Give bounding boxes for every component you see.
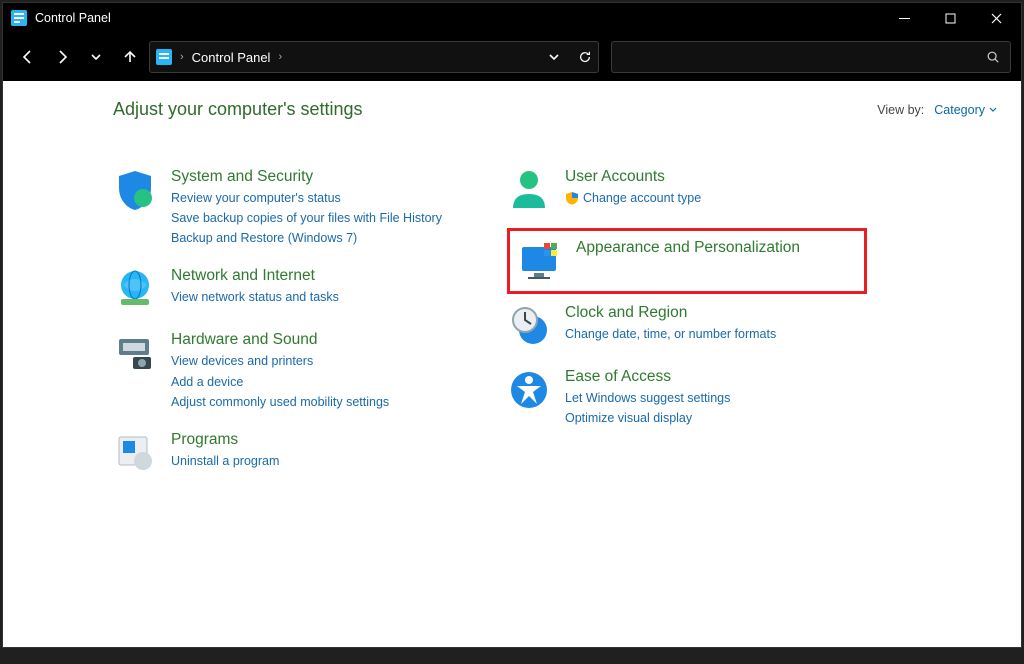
left-column: System and Security Review your computer…	[113, 164, 483, 485]
content-area: Adjust your computer's settings View by:…	[3, 81, 1021, 647]
nav-toolbar: › Control Panel ›	[3, 33, 1021, 81]
category-grid: System and Security Review your computer…	[113, 164, 997, 485]
maximize-button[interactable]	[927, 3, 973, 33]
control-panel-icon	[11, 10, 27, 26]
category-clock-region: Clock and Region Change date, time, or n…	[507, 300, 867, 358]
close-button[interactable]	[973, 3, 1019, 33]
category-link[interactable]: View devices and printers	[171, 352, 389, 370]
window-title: Control Panel	[35, 11, 111, 25]
globe-icon	[113, 267, 157, 311]
viewby-label: View by:	[877, 103, 924, 117]
page-title: Adjust your computer's settings	[113, 99, 363, 120]
category-link[interactable]: Optimize visual display	[565, 409, 730, 427]
category-user-accounts: User Accounts Change account type	[507, 164, 867, 222]
forward-button[interactable]	[47, 42, 77, 72]
category-title[interactable]: Appearance and Personalization	[576, 239, 800, 257]
category-link[interactable]: Backup and Restore (Windows 7)	[171, 229, 442, 247]
category-title[interactable]: Network and Internet	[171, 267, 339, 285]
recent-locations-button[interactable]	[81, 42, 111, 72]
chevron-right-icon: ›	[278, 51, 282, 63]
shield-icon	[113, 168, 157, 212]
address-bar[interactable]: › Control Panel ›	[149, 41, 599, 73]
category-title[interactable]: User Accounts	[565, 168, 701, 186]
right-column: User Accounts Change account type	[507, 164, 867, 437]
monitor-personalize-icon	[518, 239, 562, 283]
category-title[interactable]: Programs	[171, 431, 279, 449]
category-link[interactable]: Add a device	[171, 373, 389, 391]
user-icon	[507, 168, 551, 212]
search-icon	[986, 50, 1000, 64]
chevron-right-icon: ›	[180, 51, 184, 63]
programs-icon	[113, 431, 157, 475]
address-dropdown-button[interactable]	[548, 51, 560, 63]
breadcrumb-location[interactable]: Control Panel	[192, 50, 271, 65]
titlebar: Control Panel	[3, 3, 1021, 33]
category-ease-of-access: Ease of Access Let Windows suggest setti…	[507, 364, 867, 437]
printer-camera-icon	[113, 331, 157, 375]
category-appearance-personalization: Appearance and Personalization	[507, 228, 867, 294]
minimize-button[interactable]	[881, 3, 927, 33]
category-link[interactable]: Let Windows suggest settings	[565, 389, 730, 407]
category-link[interactable]: Uninstall a program	[171, 452, 279, 470]
category-link[interactable]: Change account type	[583, 189, 701, 207]
category-programs: Programs Uninstall a program	[113, 427, 483, 485]
accessibility-icon	[507, 368, 551, 412]
category-title[interactable]: Hardware and Sound	[171, 331, 389, 349]
control-panel-location-icon	[156, 49, 172, 65]
content-header: Adjust your computer's settings View by:…	[113, 99, 997, 120]
category-link[interactable]: Adjust commonly used mobility settings	[171, 393, 389, 411]
refresh-button[interactable]	[578, 50, 592, 64]
category-link[interactable]: Save backup copies of your files with Fi…	[171, 209, 442, 227]
category-link[interactable]: View network status and tasks	[171, 288, 339, 306]
up-button[interactable]	[115, 42, 145, 72]
clock-globe-icon	[507, 304, 551, 348]
category-network-internet: Network and Internet View network status…	[113, 263, 483, 321]
back-button[interactable]	[13, 42, 43, 72]
category-link[interactable]: Review your computer's status	[171, 189, 442, 207]
viewby-dropdown[interactable]: Category	[934, 103, 997, 117]
category-title[interactable]: Ease of Access	[565, 368, 730, 386]
viewby-value: Category	[934, 103, 985, 117]
category-hardware-sound: Hardware and Sound View devices and prin…	[113, 327, 483, 420]
category-system-security: System and Security Review your computer…	[113, 164, 483, 257]
category-link[interactable]: Change date, time, or number formats	[565, 325, 776, 343]
category-title[interactable]: System and Security	[171, 168, 442, 186]
control-panel-window: Control Panel › Control P	[2, 2, 1022, 648]
category-title[interactable]: Clock and Region	[565, 304, 776, 322]
search-input[interactable]	[611, 41, 1011, 73]
uac-shield-icon	[565, 191, 579, 205]
